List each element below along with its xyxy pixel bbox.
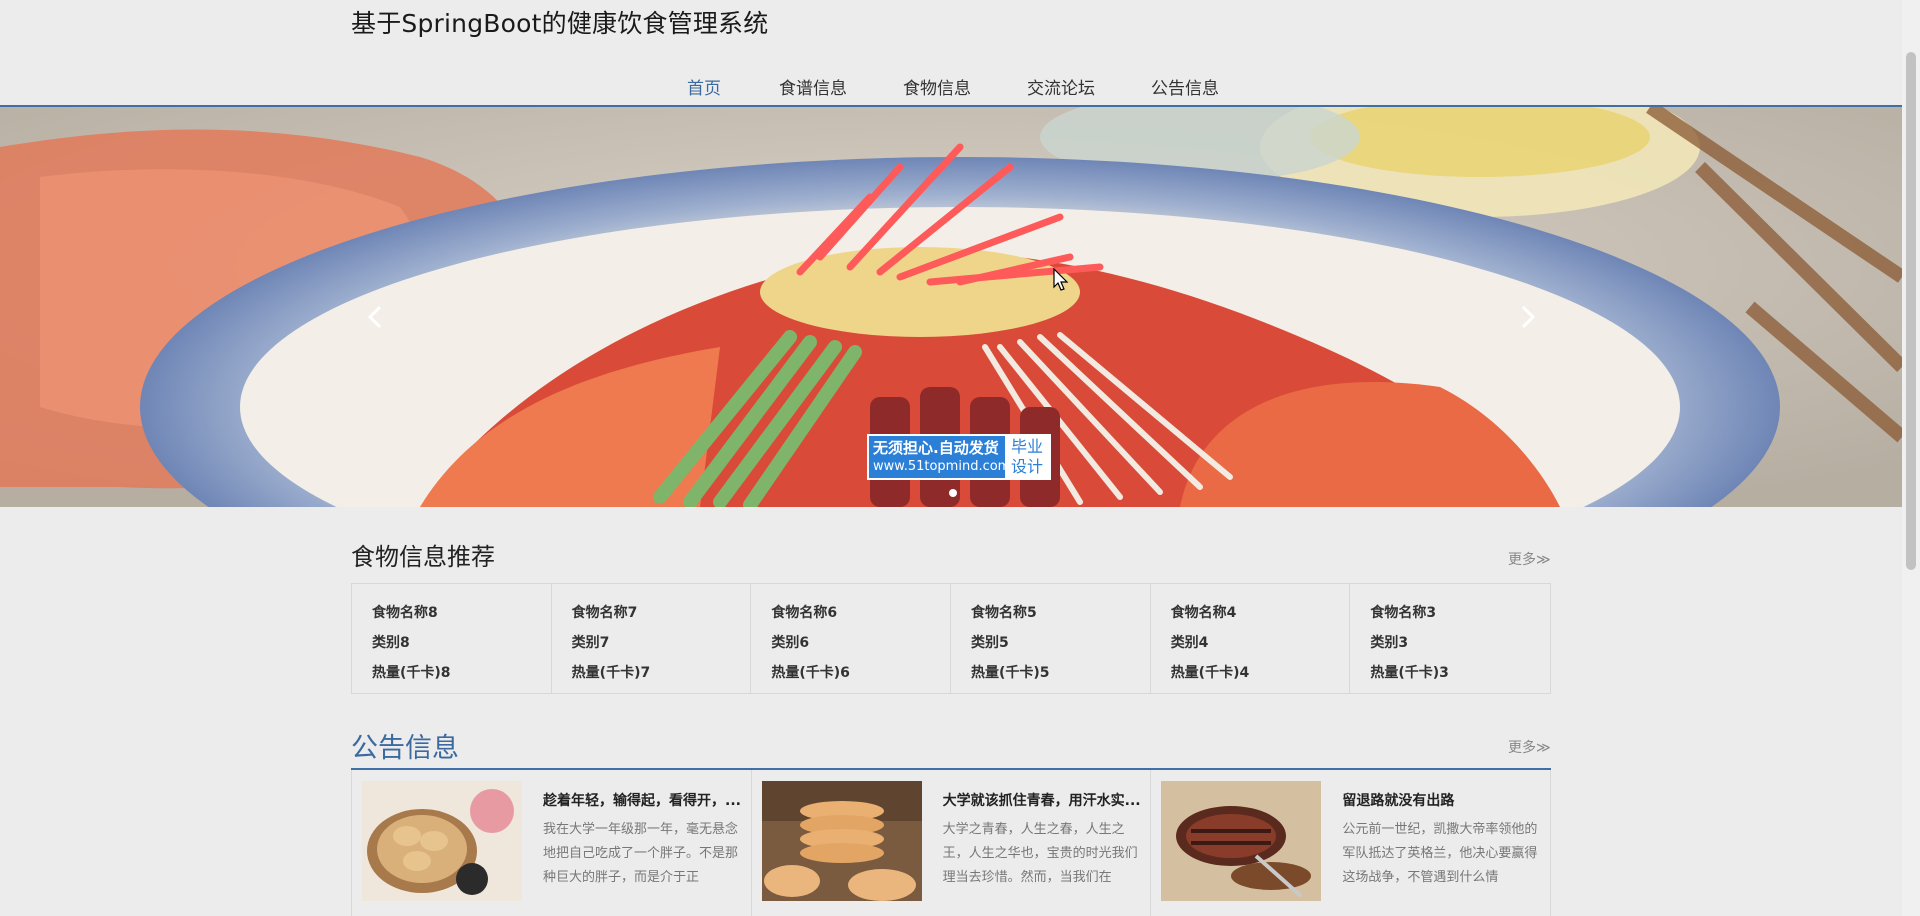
nav-item-foods[interactable]: 食物信息 bbox=[903, 74, 971, 99]
notice-item[interactable]: 大学就该抓住青春，用汗水实... 大学之青春，人生之春，人生之王，人生之华也，宝… bbox=[752, 770, 1152, 916]
notice-item[interactable]: 趁着年轻，输得起，看得开，... 我在大学一年级那一年，毫无悬念地把自己吃成了一… bbox=[352, 770, 752, 916]
food-name: 食物名称3 bbox=[1370, 605, 1437, 621]
food-calories: 热量(千卡)5 bbox=[971, 665, 1050, 681]
carousel-prev-button[interactable] bbox=[355, 287, 395, 347]
site-title: 基于SpringBoot的健康饮食管理系统 bbox=[351, 9, 769, 38]
food-name: 食物名称5 bbox=[971, 605, 1037, 621]
food-calories: 热量(千卡)4 bbox=[1170, 665, 1250, 681]
food-category: 类别8 bbox=[372, 635, 410, 651]
nav-item-home[interactable]: 首页 bbox=[687, 74, 721, 99]
notice-title: 留退路就没有出路 bbox=[1342, 793, 1455, 809]
food-card[interactable]: 食物名称4 类别4 热量(千卡)4 bbox=[1151, 584, 1351, 693]
chevron-right-icon bbox=[1521, 305, 1536, 329]
notice-summary: 公元前一世纪，凯撒大帝率领他的军队抵达了英格兰，他决心要赢得这场战争，不管遇到什… bbox=[1342, 822, 1538, 885]
nav-item-forum[interactable]: 交流论坛 bbox=[1027, 74, 1095, 99]
watermark-badge-bottom: 设计 bbox=[1010, 457, 1043, 476]
food-category: 类别3 bbox=[1370, 635, 1409, 651]
mouse-cursor-icon bbox=[1053, 267, 1069, 296]
food-name: 食物名称8 bbox=[372, 605, 438, 621]
scrollbar-thumb[interactable] bbox=[1906, 52, 1916, 570]
notice-summary: 大学之青春，人生之春，人生之王，人生之华也，宝贵的时光我们理当去珍惜。然而，当我… bbox=[942, 822, 1138, 885]
nav-item-recipes[interactable]: 食谱信息 bbox=[779, 74, 847, 99]
food-category: 类别5 bbox=[971, 635, 1009, 651]
notice-thumbnail bbox=[1161, 781, 1322, 901]
banner-carousel[interactable]: 无须担心.自动发货 www.51topmind.com 毕业 设计 bbox=[0, 107, 1902, 507]
notice-summary: 我在大学一年级那一年，毫无悬念地把自己吃成了一个胖子。不是那种巨大的胖子，而是介… bbox=[543, 822, 739, 885]
watermark-line1: 无须担心.自动发货 bbox=[873, 439, 999, 457]
food-calories: 热量(千卡)6 bbox=[771, 665, 850, 681]
notice-list: 趁着年轻，输得起，看得开，... 我在大学一年级那一年，毫无悬念地把自己吃成了一… bbox=[351, 770, 1552, 916]
site-header: 基于SpringBoot的健康饮食管理系统 首页 食谱信息 食物信息 交流论坛 … bbox=[0, 0, 1902, 107]
watermark-badge-top: 毕业 bbox=[1010, 437, 1043, 456]
food-card[interactable]: 食物名称7 类别7 热量(千卡)7 bbox=[552, 584, 752, 693]
food-category: 类别6 bbox=[771, 635, 810, 651]
food-name: 食物名称4 bbox=[1170, 605, 1237, 621]
main-nav: 首页 食谱信息 食物信息 交流论坛 公告信息 bbox=[0, 74, 1902, 102]
carousel-indicator-dot[interactable] bbox=[949, 489, 957, 497]
notice-title: 大学就该抓住青春，用汗水实... bbox=[942, 793, 1141, 809]
watermark-text: 无须担心.自动发货 www.51topmind.com bbox=[869, 436, 1011, 478]
food-category: 类别7 bbox=[571, 635, 610, 651]
food-card[interactable]: 食物名称8 类别8 热量(千卡)8 bbox=[352, 584, 552, 693]
watermark-line2: www.51topmind.com bbox=[873, 459, 1011, 474]
notice-item[interactable]: 留退路就没有出路 公元前一世纪，凯撒大帝率领他的军队抵达了英格兰，他决心要赢得这… bbox=[1151, 770, 1552, 916]
food-calories: 热量(千卡)7 bbox=[571, 665, 651, 681]
food-section-title: 食物信息推荐 bbox=[351, 543, 495, 571]
food-name: 食物名称6 bbox=[771, 605, 838, 621]
food-card[interactable]: 食物名称5 类别5 热量(千卡)5 bbox=[951, 584, 1151, 693]
page-scrollbar[interactable] bbox=[1902, 0, 1920, 916]
food-calories: 热量(千卡)8 bbox=[372, 665, 451, 681]
watermark-badge: 无须担心.自动发货 www.51topmind.com 毕业 设计 bbox=[867, 434, 1051, 480]
notice-title: 趁着年轻，输得起，看得开，... bbox=[543, 793, 741, 809]
food-name: 食物名称7 bbox=[571, 605, 638, 621]
food-card[interactable]: 食物名称6 类别6 热量(千卡)6 bbox=[751, 584, 952, 693]
food-calories: 热量(千卡)3 bbox=[1370, 665, 1449, 681]
carousel-next-button[interactable] bbox=[1508, 287, 1548, 347]
notice-more-link[interactable]: 更多≫ bbox=[1508, 737, 1551, 757]
food-card[interactable]: 食物名称3 类别3 热量(千卡)3 bbox=[1350, 584, 1550, 693]
chevron-left-icon bbox=[367, 305, 382, 329]
notice-thumbnail bbox=[362, 781, 522, 901]
nav-item-notices[interactable]: 公告信息 bbox=[1151, 74, 1219, 99]
notice-section-title: 公告信息 bbox=[351, 733, 459, 764]
food-category: 类别4 bbox=[1170, 635, 1209, 651]
watermark-badge-label: 毕业 设计 bbox=[1005, 436, 1049, 478]
food-more-link[interactable]: 更多≫ bbox=[1508, 549, 1551, 569]
food-card-grid: 食物名称8 类别8 热量(千卡)8 食物名称7 类别7 热量(千卡)7 食物名称… bbox=[351, 583, 1551, 694]
notice-thumbnail bbox=[761, 781, 922, 901]
